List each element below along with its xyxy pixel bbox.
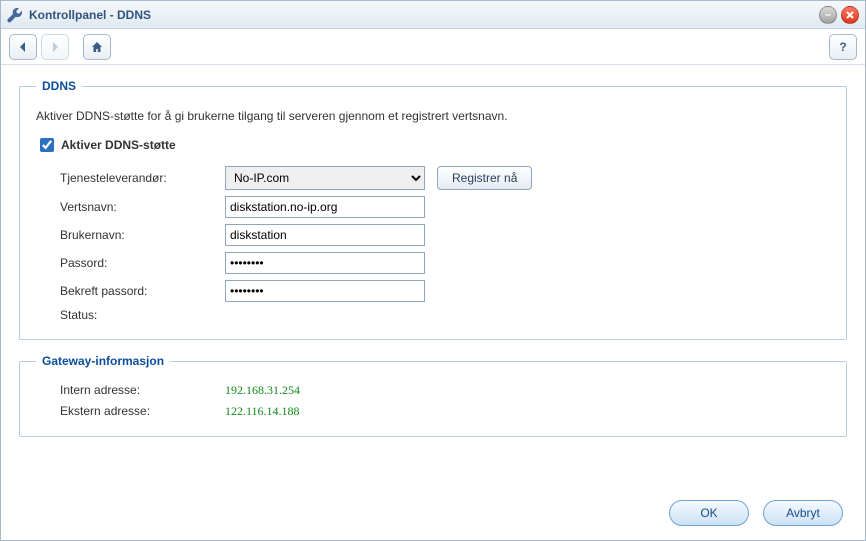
back-button[interactable] [9,34,37,60]
external-address-label: Ekstern adresse: [60,404,225,419]
enable-ddns-label: Aktiver DDNS-støtte [61,138,176,152]
confirm-password-label: Bekreft passord: [60,284,225,298]
titlebar: Kontrollpanel - DDNS – [1,1,865,29]
ddns-description: Aktiver DDNS-støtte for å gi brukerne ti… [36,109,830,123]
gateway-group: Gateway-informasjon Intern adresse: 192.… [19,354,847,437]
password-label: Passord: [60,256,225,270]
internal-address-value: 192.168.31.254 [225,383,300,398]
confirm-password-input[interactable] [225,280,425,302]
help-button[interactable]: ? [829,34,857,60]
forward-button[interactable] [41,34,69,60]
ddns-legend: DDNS [36,79,82,93]
ddns-group: DDNS Aktiver DDNS-støtte for å gi bruker… [19,79,847,340]
cancel-button[interactable]: Avbryt [763,500,843,526]
panel-body: DDNS Aktiver DDNS-støtte for å gi bruker… [1,65,865,461]
home-button[interactable] [83,34,111,60]
external-address-value: 122.116.14.188 [225,404,300,419]
toolbar: ? [1,29,865,65]
enable-ddns-checkbox[interactable] [40,138,54,152]
help-icon: ? [839,40,846,54]
username-input[interactable] [225,224,425,246]
wrench-icon [7,7,23,23]
provider-select[interactable]: No-IP.com [225,166,425,190]
password-input[interactable] [225,252,425,274]
minimize-button[interactable]: – [819,6,837,24]
register-now-button[interactable]: Registrer nå [437,166,532,190]
provider-label: Tjenesteleverandør: [60,171,225,185]
internal-address-label: Intern adresse: [60,383,225,398]
close-button[interactable] [841,6,859,24]
window: Kontrollpanel - DDNS – ? DDNS Aktiver DD… [0,0,866,541]
username-label: Brukernavn: [60,228,225,242]
hostname-input[interactable] [225,196,425,218]
gateway-legend: Gateway-informasjon [36,354,170,368]
status-label: Status: [60,308,225,322]
ok-button[interactable]: OK [669,500,749,526]
hostname-label: Vertsnavn: [60,200,225,214]
window-title: Kontrollpanel - DDNS [29,8,151,22]
dialog-actions: OK Avbryt [669,500,843,526]
